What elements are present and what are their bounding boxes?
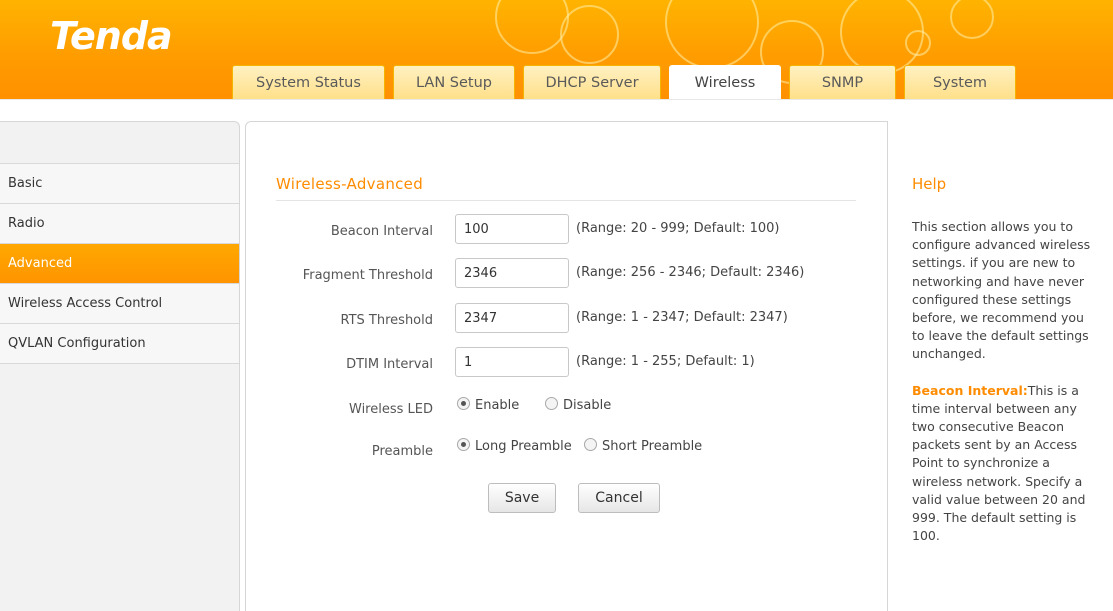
led-enable-option[interactable]: Enable bbox=[457, 397, 519, 413]
led-disable-option[interactable]: Disable bbox=[545, 397, 611, 413]
help-beacon-key: Beacon Interval: bbox=[912, 382, 1028, 398]
sidebar-item-wireless-access-control[interactable]: Wireless Access Control bbox=[0, 283, 239, 323]
sidebar: Basic Radio Advanced Wireless Access Con… bbox=[0, 121, 240, 611]
preamble-long-option[interactable]: Long Preamble bbox=[457, 438, 572, 454]
beacon-interval-input[interactable] bbox=[455, 214, 569, 244]
sidebar-item-advanced[interactable]: Advanced bbox=[0, 243, 239, 283]
preamble-short-text: Short Preamble bbox=[602, 439, 703, 454]
fragment-threshold-input[interactable] bbox=[455, 258, 569, 288]
help-beacon-text: This is a time interval between any two … bbox=[912, 382, 1086, 544]
decor-bubble bbox=[905, 30, 931, 56]
dtim-interval-range: (Range: 1 - 255; Default: 1) bbox=[576, 354, 755, 369]
rts-threshold-range: (Range: 1 - 2347; Default: 2347) bbox=[576, 310, 788, 325]
wireless-led-label: Wireless LED bbox=[349, 402, 433, 417]
tab-lan-setup[interactable]: LAN Setup bbox=[393, 65, 515, 99]
rts-threshold-input[interactable] bbox=[455, 303, 569, 333]
led-enable-radio[interactable] bbox=[457, 397, 470, 410]
preamble-long-radio[interactable] bbox=[457, 438, 470, 451]
dtim-interval-label: DTIM Interval bbox=[346, 357, 433, 372]
led-enable-text: Enable bbox=[475, 398, 520, 413]
save-button[interactable]: Save bbox=[488, 483, 556, 513]
header-divider bbox=[0, 99, 1113, 100]
help-panel: This section allows you to configure adv… bbox=[912, 218, 1098, 563]
sidebar-item-basic[interactable]: Basic bbox=[0, 163, 239, 203]
page-title: Wireless-Advanced bbox=[276, 175, 424, 193]
dtim-interval-input[interactable] bbox=[455, 347, 569, 377]
sidebar-item-qvlan-configuration[interactable]: QVLAN Configuration bbox=[0, 323, 239, 363]
fragment-threshold-label: Fragment Threshold bbox=[302, 268, 433, 283]
help-intro: This section allows you to configure adv… bbox=[912, 219, 1091, 362]
beacon-interval-range: (Range: 20 - 999; Default: 100) bbox=[576, 221, 780, 236]
led-disable-text: Disable bbox=[563, 398, 612, 413]
fragment-threshold-range: (Range: 256 - 2346; Default: 2346) bbox=[576, 265, 805, 280]
preamble-label: Preamble bbox=[371, 444, 433, 459]
preamble-short-option[interactable]: Short Preamble bbox=[584, 438, 702, 454]
preamble-short-radio[interactable] bbox=[584, 438, 597, 451]
rts-threshold-label: RTS Threshold bbox=[340, 313, 433, 328]
tab-snmp[interactable]: SNMP bbox=[789, 65, 896, 99]
preamble-long-text: Long Preamble bbox=[475, 439, 572, 454]
help-beacon-paragraph: Beacon Interval:This is a time interval … bbox=[912, 382, 1098, 546]
tab-wireless[interactable]: Wireless bbox=[669, 65, 781, 99]
tab-system-status[interactable]: System Status bbox=[232, 65, 385, 99]
help-title: Help bbox=[912, 175, 947, 193]
decor-bubble bbox=[950, 0, 994, 39]
tab-dhcp-server[interactable]: DHCP Server bbox=[523, 65, 661, 99]
led-disable-radio[interactable] bbox=[545, 397, 558, 410]
decor-bubble bbox=[560, 5, 619, 64]
tenda-logo: Tenda bbox=[50, 14, 173, 58]
tab-system[interactable]: System bbox=[904, 65, 1016, 99]
sidebar-item-radio[interactable]: Radio bbox=[0, 203, 239, 243]
beacon-interval-label: Beacon Interval bbox=[330, 224, 433, 239]
top-banner: Tenda System Status LAN Setup DHCP Serve… bbox=[0, 0, 1113, 99]
cancel-button[interactable]: Cancel bbox=[578, 483, 660, 513]
sidebar-divider bbox=[0, 363, 239, 364]
decor-bubble bbox=[495, 0, 569, 54]
title-divider bbox=[276, 200, 856, 201]
decor-bubble bbox=[665, 0, 759, 69]
